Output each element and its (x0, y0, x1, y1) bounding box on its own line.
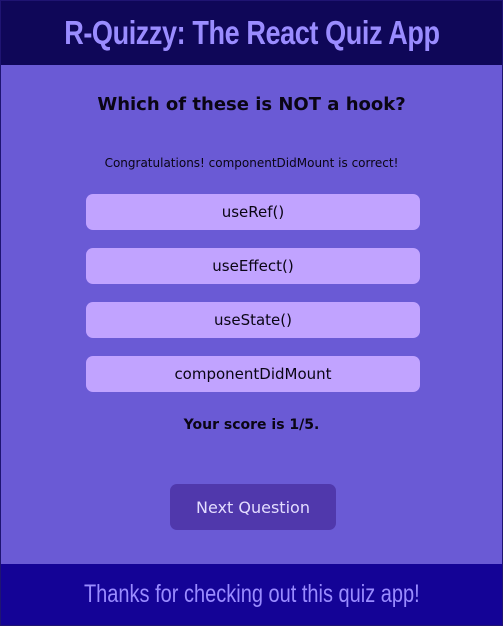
answer-option-usestate[interactable]: useState() (86, 302, 420, 338)
answer-option-useref[interactable]: useRef() (86, 194, 420, 230)
score-text: Your score is 1/5. (183, 417, 320, 433)
question-text: Which of these is NOT a hook? (97, 94, 406, 115)
app-header: R-Quizzy: The React Quiz App (1, 1, 502, 65)
app-root: R-Quizzy: The React Quiz App Which of th… (0, 0, 503, 626)
answer-list: useRef() useEffect() useState() componen… (86, 194, 420, 410)
next-question-button[interactable]: Next Question (170, 484, 336, 530)
footer-text: Thanks for checking out this quiz app! (83, 580, 420, 608)
app-title: R-Quizzy: The React Quiz App (63, 14, 440, 51)
quiz-panel: Which of these is NOT a hook? Congratula… (1, 65, 502, 564)
app-footer: Thanks for checking out this quiz app! (1, 564, 502, 625)
answer-feedback: Congratulations! componentDidMount is co… (104, 156, 399, 170)
answer-option-componentdidmount[interactable]: componentDidMount (86, 356, 420, 392)
answer-option-useeffect[interactable]: useEffect() (86, 248, 420, 284)
